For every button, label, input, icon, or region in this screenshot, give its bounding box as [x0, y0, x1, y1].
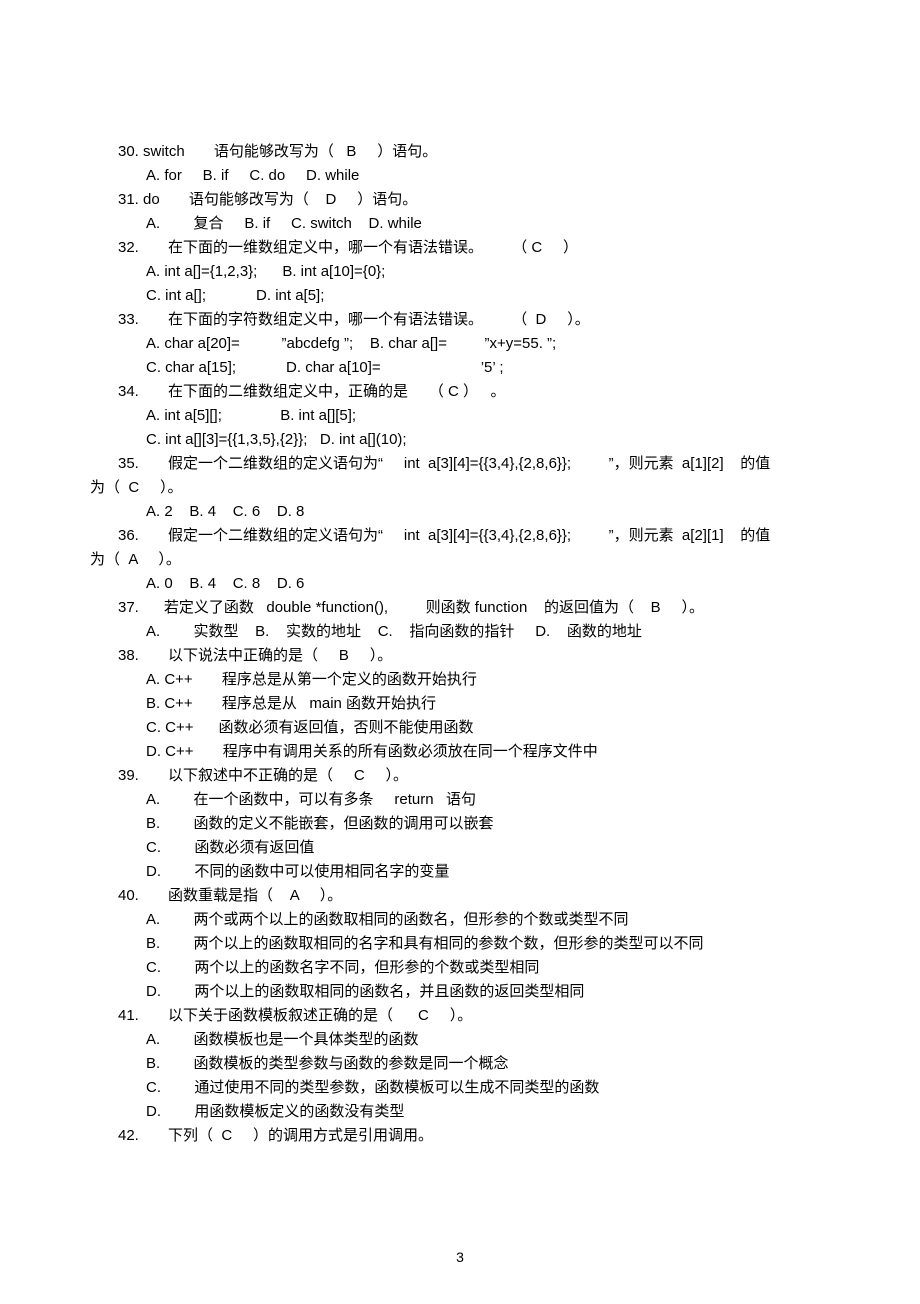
text-line: 35. 假定一个二维数组的定义语句为“ int a[3][4]={{3,4},{…	[90, 452, 830, 476]
text-line: A. char a[20]= ”abcdefg ”; B. char a[]= …	[90, 332, 830, 356]
text-line: A. for B. if C. do D. while	[90, 164, 830, 188]
text-line: B. 函数模板的类型参数与函数的参数是同一个概念	[90, 1052, 830, 1076]
text-line: 为（ A ）。	[90, 548, 830, 572]
text-line: C. 两个以上的函数名字不同，但形参的个数或类型相同	[90, 956, 830, 980]
text-line: D. 两个以上的函数取相同的函数名，并且函数的返回类型相同	[90, 980, 830, 1004]
text-line: A. int a[5][]; B. int a[][5];	[90, 404, 830, 428]
text-line: A. 2 B. 4 C. 6 D. 8	[90, 500, 830, 524]
text-line: A. 复合 B. if C. switch D. while	[90, 212, 830, 236]
text-line: C. 函数必须有返回值	[90, 836, 830, 860]
text-line: 41. 以下关于函数模板叙述正确的是（ C ）。	[90, 1004, 830, 1028]
text-line: 34. 在下面的二维数组定义中，正确的是 （ C ） 。	[90, 380, 830, 404]
text-line: 40. 函数重载是指（ A ）。	[90, 884, 830, 908]
text-line: 30. switch 语句能够改写为（ B ）语句。	[90, 140, 830, 164]
text-line: A. 函数模板也是一个具体类型的函数	[90, 1028, 830, 1052]
text-line: 39. 以下叙述中不正确的是（ C ）。	[90, 764, 830, 788]
text-line: C. 通过使用不同的类型参数，函数模板可以生成不同类型的函数	[90, 1076, 830, 1100]
text-line: A. 两个或两个以上的函数取相同的函数名，但形参的个数或类型不同	[90, 908, 830, 932]
text-line: A. int a[]={1,2,3}; B. int a[10]={0};	[90, 260, 830, 284]
text-line: 32. 在下面的一维数组定义中，哪一个有语法错误。 （ C ）	[90, 236, 830, 260]
text-line: B. C++ 程序总是从 main 函数开始执行	[90, 692, 830, 716]
text-line: D. 用函数模板定义的函数没有类型	[90, 1100, 830, 1124]
document-page: 30. switch 语句能够改写为（ B ）语句。A. for B. if C…	[0, 0, 920, 1304]
text-line: 33. 在下面的字符数组定义中，哪一个有语法错误。 （ D ）。	[90, 308, 830, 332]
text-line: 42. 下列（ C ）的调用方式是引用调用。	[90, 1124, 830, 1148]
text-line: A. C++ 程序总是从第一个定义的函数开始执行	[90, 668, 830, 692]
text-line: C. C++ 函数必须有返回值，否则不能使用函数	[90, 716, 830, 740]
text-line: 36. 假定一个二维数组的定义语句为“ int a[3][4]={{3,4},{…	[90, 524, 830, 548]
text-line: C. int a[][3]={{1,3,5},{2}}; D. int a[](…	[90, 428, 830, 452]
text-line: B. 函数的定义不能嵌套，但函数的调用可以嵌套	[90, 812, 830, 836]
text-line: C. char a[15]; D. char a[10]= ’5’ ;	[90, 356, 830, 380]
text-line: A. 0 B. 4 C. 8 D. 6	[90, 572, 830, 596]
text-line: D. 不同的函数中可以使用相同名字的变量	[90, 860, 830, 884]
text-line: C. int a[]; D. int a[5];	[90, 284, 830, 308]
text-line: A. 实数型 B. 实数的地址 C. 指向函数的指针 D. 函数的地址	[90, 620, 830, 644]
page-number: 3	[0, 1246, 920, 1268]
text-line: 31. do 语句能够改写为（ D ）语句。	[90, 188, 830, 212]
text-line: 为（ C ）。	[90, 476, 830, 500]
text-line: 37. 若定义了函数 double *function(), 则函数 funct…	[90, 596, 830, 620]
text-line: B. 两个以上的函数取相同的名字和具有相同的参数个数，但形参的类型可以不同	[90, 932, 830, 956]
text-line: A. 在一个函数中，可以有多条 return 语句	[90, 788, 830, 812]
text-line: D. C++ 程序中有调用关系的所有函数必须放在同一个程序文件中	[90, 740, 830, 764]
document-body: 30. switch 语句能够改写为（ B ）语句。A. for B. if C…	[90, 140, 830, 1148]
text-line: 38. 以下说法中正确的是（ B ）。	[90, 644, 830, 668]
